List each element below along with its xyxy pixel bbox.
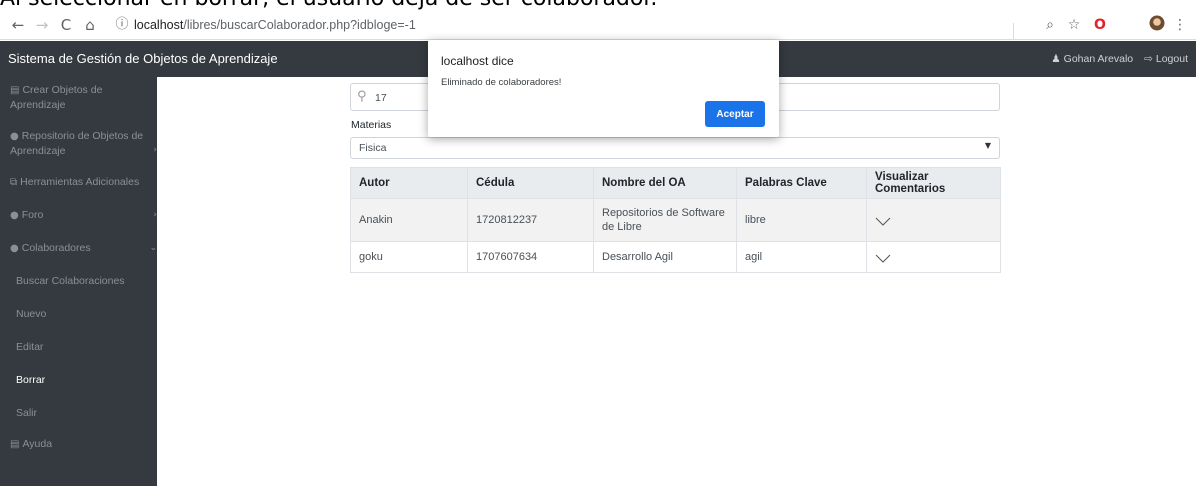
cell-autor: goku <box>350 241 468 273</box>
sidebar-item-label: Repositorio de Objetos de <box>21 130 144 142</box>
sidebar-item-label: Aprendizaje <box>10 145 66 157</box>
menu-icon[interactable]: ⋮ <box>1172 15 1188 35</box>
table-row: goku 1707607634 Desarrollo Agil agil <box>350 241 1001 273</box>
sidebar-item-label: Aprendizaje <box>10 99 66 111</box>
caret-down-icon: ▼ <box>984 141 991 150</box>
materias-select[interactable]: Fisica ▼ <box>350 137 1000 159</box>
toolbar-divider <box>1013 23 1014 39</box>
sidebar-item-borrar[interactable]: Borrar <box>16 373 45 387</box>
forward-icon[interactable]: → <box>32 15 52 35</box>
search-value: 17 <box>375 92 387 104</box>
aceptar-button[interactable]: Aceptar <box>705 101 765 127</box>
logout-icon: ⇨ <box>1144 53 1153 65</box>
sidebar-item-label: Foro <box>21 209 44 221</box>
cell-autor: Anakin <box>350 198 468 242</box>
home-icon[interactable]: ⌂ <box>80 15 100 35</box>
sidebar-item-foro[interactable]: ● Foro › <box>10 208 157 223</box>
sidebar-item-nuevo[interactable]: Nuevo <box>16 307 46 321</box>
logout-link[interactable]: Logout <box>1156 53 1188 65</box>
chevron-down-icon[interactable] <box>875 254 891 264</box>
table-row: Anakin 1720812237 Repositorios de Softwa… <box>350 198 1001 242</box>
browser-toolbar: ← → C ⌂ ⓘ localhost/libres/buscarColabor… <box>0 10 1196 40</box>
user-icon: ♟ <box>1051 53 1061 65</box>
materias-selected: Fisica <box>359 142 387 154</box>
user-area: ♟ Gohan Arevalo ⇨ Logout <box>1048 52 1188 66</box>
url-path: /libres/buscarColaborador.php?idbloge=-1 <box>183 18 416 32</box>
sidebar-item-salir[interactable]: Salir <box>16 406 37 420</box>
file-icon: ▤ <box>10 439 20 450</box>
cell-nombre-oa: Desarrollo Agil <box>593 241 737 273</box>
sidebar-item-label: Ayuda <box>22 438 53 450</box>
file-icon: ▤ <box>10 85 20 96</box>
cell-visualizar <box>866 241 1001 273</box>
cell-nombre-oa: Repositorios de Software de Libre <box>593 198 737 242</box>
chevron-down-icon[interactable] <box>875 217 891 227</box>
header-autor: Autor <box>350 167 468 199</box>
materias-label: Materias <box>351 119 392 131</box>
sidebar-item-label: Crear Objetos de <box>22 84 103 96</box>
sidebar-item-buscar-colaboraciones[interactable]: Buscar Colaboraciones <box>16 274 125 288</box>
dialog-message: Eliminado de colaboradores! <box>441 77 562 88</box>
star-icon[interactable]: ☆ <box>1066 15 1082 35</box>
sidebar-item-colaboradores[interactable]: ● Colaboradores ⌄ <box>10 241 157 256</box>
github-icon: ● <box>10 131 19 142</box>
url-host: localhost <box>134 18 184 32</box>
opera-extension-icon[interactable]: O <box>1092 15 1108 35</box>
cell-palabras-clave: agil <box>736 241 867 273</box>
external-link-icon: ⧉ <box>10 177 18 188</box>
user-name[interactable]: Gohan Arevalo <box>1064 53 1133 65</box>
sidebar-item-label: Colaboradores <box>21 242 91 254</box>
caption-text: Al seleccionar en borrar, el usuario dej… <box>0 0 657 10</box>
header-cedula: Cédula <box>467 167 594 199</box>
table-header-row: Autor Cédula Nombre del OA Palabras Clav… <box>350 167 1001 199</box>
sidebar-item-editar[interactable]: Editar <box>16 340 43 354</box>
cell-cedula: 1707607634 <box>467 241 594 273</box>
chevron-down-icon: ⌄ <box>149 243 157 253</box>
info-icon[interactable]: ⓘ <box>112 15 132 35</box>
sidebar-item-ayuda[interactable]: ▤ Ayuda <box>10 437 52 452</box>
cell-visualizar <box>866 198 1001 242</box>
reload-icon[interactable]: C <box>56 15 76 35</box>
cell-cedula: 1720812237 <box>467 198 594 242</box>
sidebar-item-label: Herramientas Adicionales <box>20 176 140 188</box>
github-icon: ● <box>10 243 19 254</box>
back-icon[interactable]: ← <box>8 15 28 35</box>
header-palabras-clave: Palabras Clave <box>736 167 867 199</box>
sidebar: ▤ Crear Objetos de Aprendizaje ● Repositori… <box>0 77 157 486</box>
sidebar-item-repositorio[interactable]: ● Repositorio de Objetos de Aprendizaje › <box>10 129 157 158</box>
sidebar-item-herramientas[interactable]: ⧉ Herramientas Adicionales <box>10 175 139 190</box>
alert-dialog: localhost dice Eliminado de colaboradore… <box>428 40 779 137</box>
search-icon: ⚲ <box>357 89 367 104</box>
address-bar[interactable]: localhost/libres/buscarColaborador.php?i… <box>134 16 416 34</box>
header-visualizar-comentarios: Visualizar Comentarios <box>866 167 1001 199</box>
header-nombre-oa: Nombre del OA <box>593 167 737 199</box>
brand-title[interactable]: Sistema de Gestión de Objetos de Aprendi… <box>8 50 278 68</box>
avatar[interactable] <box>1148 15 1166 35</box>
colaboradores-table: Autor Cédula Nombre del OA Palabras Clav… <box>350 167 1001 273</box>
dialog-title: localhost dice <box>441 54 514 68</box>
sidebar-item-crear-objetos[interactable]: ▤ Crear Objetos de Aprendizaje <box>10 83 102 112</box>
cell-palabras-clave: libre <box>736 198 867 242</box>
github-icon: ● <box>10 210 19 221</box>
zoom-icon[interactable]: ⌕ <box>1042 15 1058 35</box>
